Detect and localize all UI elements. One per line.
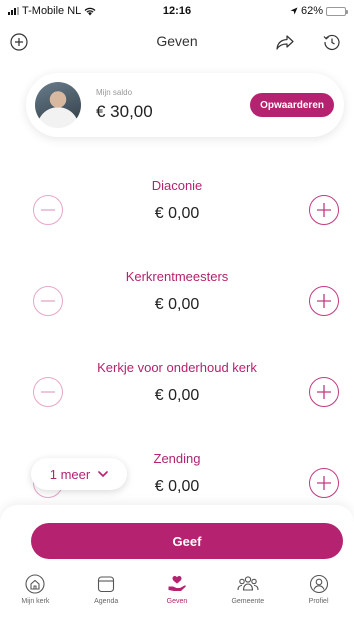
fund-name: Diaconie [151, 178, 203, 193]
decrease-button[interactable] [33, 286, 63, 316]
church-icon [24, 573, 46, 595]
give-hand-icon [166, 573, 188, 595]
fund-amount: € 0,00 [154, 387, 200, 404]
plus-icon [317, 476, 331, 490]
page-title: Geven [156, 33, 198, 49]
fund-row-diaconie: Diaconie € 0,00 [0, 150, 354, 241]
chevron-down-icon [98, 471, 109, 477]
location-icon [290, 7, 298, 15]
status-bar: T-Mobile NL 12:16 62% [0, 0, 354, 22]
fund-row-kerkrentmeesters: Kerkrentmeesters € 0,00 [0, 241, 354, 332]
increase-button[interactable] [309, 286, 339, 316]
tab-bar: Mijn kerk Agenda Geven Gemeente Profiel [0, 573, 354, 617]
fund-list[interactable]: Diaconie € 0,00 Kerkrentmeesters € 0,00 … [0, 150, 354, 510]
tab-gemeente[interactable]: Gemeente [212, 573, 283, 617]
fund-name: Kerkje voor onderhoud kerk [97, 360, 257, 375]
decrease-button[interactable] [33, 377, 63, 407]
tab-label: Gemeente [231, 598, 265, 605]
increase-button[interactable] [309, 195, 339, 225]
tab-label: Agenda [94, 598, 119, 605]
increase-button[interactable] [309, 377, 339, 407]
plus-icon [317, 385, 331, 399]
plus-icon [317, 203, 331, 217]
profile-icon [308, 573, 330, 595]
history-icon[interactable] [320, 30, 344, 54]
tab-profiel[interactable]: Profiel [283, 573, 354, 617]
balance-label: Mijn saldo [96, 88, 133, 97]
battery-icon [326, 6, 348, 16]
minus-icon [41, 300, 55, 302]
decrease-button[interactable] [33, 195, 63, 225]
tab-label: Mijn kerk [21, 598, 50, 605]
give-button[interactable]: Geef [31, 523, 343, 559]
tab-agenda[interactable]: Agenda [71, 573, 142, 617]
balance-card: Mijn saldo € 30,00 Opwaarderen [26, 73, 344, 137]
tab-label: Profiel [308, 598, 329, 605]
increase-button[interactable] [309, 468, 339, 498]
battery-status: 62% [290, 5, 348, 17]
header: Geven [0, 24, 354, 60]
share-icon[interactable] [273, 30, 297, 54]
calendar-icon [95, 573, 117, 595]
battery-percent: 62% [300, 5, 323, 17]
avatar [35, 82, 81, 128]
top-up-button[interactable]: Opwaarderen [250, 93, 334, 117]
show-more-button[interactable]: 1 meer [31, 458, 127, 490]
tab-mijn-kerk[interactable]: Mijn kerk [0, 573, 71, 617]
minus-icon [41, 391, 55, 393]
tab-label: Geven [166, 598, 188, 605]
balance-amount: € 30,00 [96, 102, 153, 121]
fund-amount: € 0,00 [154, 296, 200, 313]
people-icon [237, 573, 259, 595]
minus-icon [41, 209, 55, 211]
fund-amount: € 0,00 [154, 205, 200, 222]
fund-name: Kerkrentmeesters [125, 269, 229, 284]
show-more-label: 1 meer [49, 466, 91, 482]
tab-geven[interactable]: Geven [142, 573, 213, 617]
fund-row-kerkje: Kerkje voor onderhoud kerk € 0,00 [0, 332, 354, 423]
plus-icon [317, 294, 331, 308]
